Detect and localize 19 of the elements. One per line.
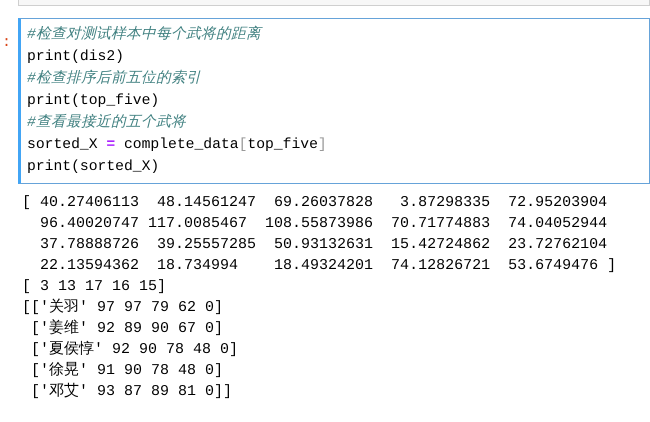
code-comment: #检查对测试样本中每个武将的距离 (27, 24, 264, 45)
output-line: ['姜维' 92 89 90 67 0] (30, 318, 224, 339)
code-line: print(sorted_X) (27, 158, 160, 177)
output-line: [['关羽' 97 97 79 62 0] (22, 298, 224, 318)
code-cell[interactable]: #检查对测试样本中每个武将的距离 print(dis2) #检查排序后前五位的索引 print(top_five) #查看最接近的五个武将 sorted_X = complete_data[top_five] print(sorted_X) (18, 18, 650, 184)
output-line: [ 40.27406113 48.14561247 69.26037828 3.87298335 72.95203904 (22, 193, 608, 213)
cell-prompt: : (1, 33, 12, 53)
code-line: sorted_X = complete_data[top_five] (27, 136, 328, 155)
output-line: [ 3 13 17 16 15] (22, 277, 168, 297)
code-line: print(top_five) (27, 92, 160, 111)
output-line: 22.13594362 18.734994 18.49324201 74.12826721 53.6749476 ] (39, 256, 618, 276)
output-line: ['徐晃' 91 90 78 48 0] (30, 360, 224, 381)
code-line: print(dis2) (27, 48, 125, 67)
output-line: ['邓艾' 93 87 89 81 0]] (30, 382, 234, 402)
output-line: 37.78888726 39.25557285 50.93132631 15.42724862 23.72762104 (39, 235, 608, 255)
output-line: 96.40020747 117.0085467 108.55873986 70.71774883 74.04052944 (39, 214, 608, 234)
code-comment: #查看最接近的五个武将 (27, 112, 188, 133)
output-line: ['夏侯惇' 92 90 78 48 0] (30, 340, 240, 360)
code-comment: #检查排序后前五位的索引 (27, 68, 202, 89)
